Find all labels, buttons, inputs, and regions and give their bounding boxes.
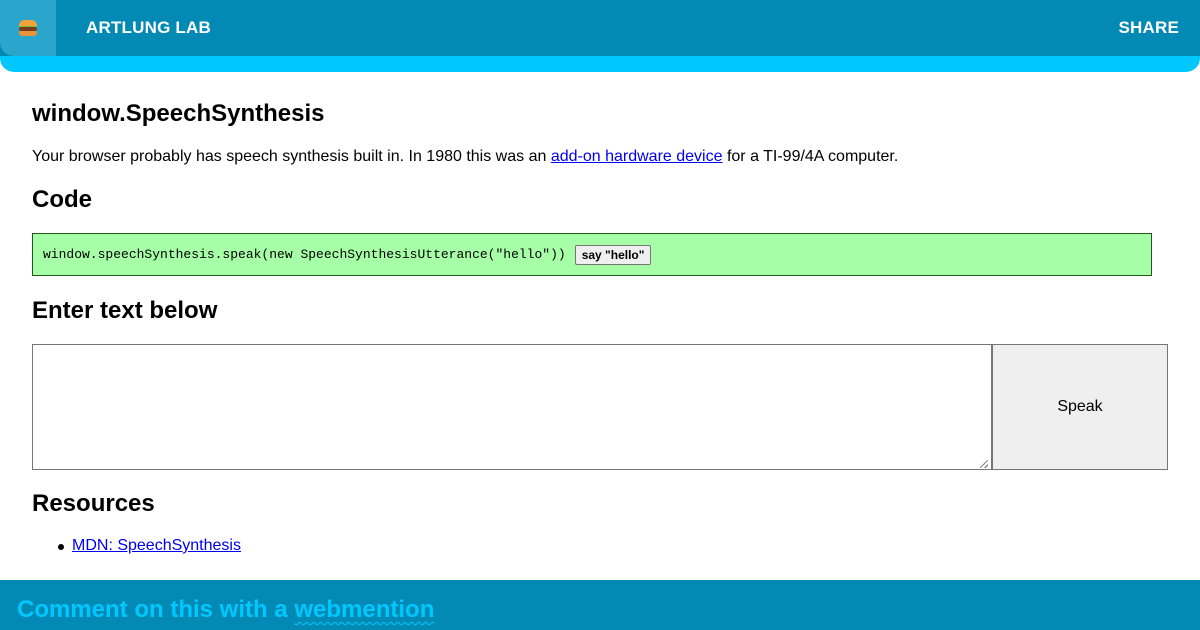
mdn-speechsynthesis-link[interactable]: MDN: SpeechSynthesis — [72, 537, 241, 554]
webmention-link[interactable]: webmention — [294, 596, 434, 623]
code-heading: Code — [32, 186, 92, 213]
speak-button[interactable]: Speak — [992, 344, 1168, 470]
intro-paragraph: Your browser probably has speech synthes… — [32, 148, 898, 166]
intro-text-after: for a TI-99/4A computer. — [722, 148, 899, 165]
say-hello-button[interactable]: say "hello" — [574, 244, 652, 265]
code-block: window.speechSynthesis.speak(new SpeechS… — [32, 233, 1152, 276]
speech-text-input[interactable] — [32, 344, 992, 470]
footer-text-lead: Comment on this with a — [17, 596, 295, 623]
intro-text-before: Your browser probably has speech synthes… — [32, 148, 551, 165]
page-title: window.SpeechSynthesis — [32, 100, 325, 127]
resources-heading: Resources — [32, 490, 155, 517]
menu-button[interactable] — [0, 0, 56, 56]
code-snippet: window.speechSynthesis.speak(new SpeechS… — [43, 247, 566, 262]
textarea-resize-handle[interactable] — [980, 460, 988, 468]
footer-bar: Comment on this with a webmention — [0, 580, 1200, 630]
share-button[interactable]: SHARE — [1118, 18, 1179, 38]
resources-list: MDN: SpeechSynthesis — [32, 537, 241, 555]
enter-text-heading: Enter text below — [32, 297, 218, 324]
list-item: MDN: SpeechSynthesis — [32, 537, 241, 555]
footer-comment-text: Comment on this with a webmention — [17, 596, 434, 624]
top-nav-inner: ARTLUNG LAB SHARE — [0, 0, 1200, 56]
hamburger-emoji-icon — [19, 20, 37, 36]
top-nav-bar: ARTLUNG LAB SHARE — [0, 0, 1200, 72]
hardware-device-link[interactable]: add-on hardware device — [551, 148, 723, 165]
brand-link[interactable]: ARTLUNG LAB — [86, 18, 211, 38]
